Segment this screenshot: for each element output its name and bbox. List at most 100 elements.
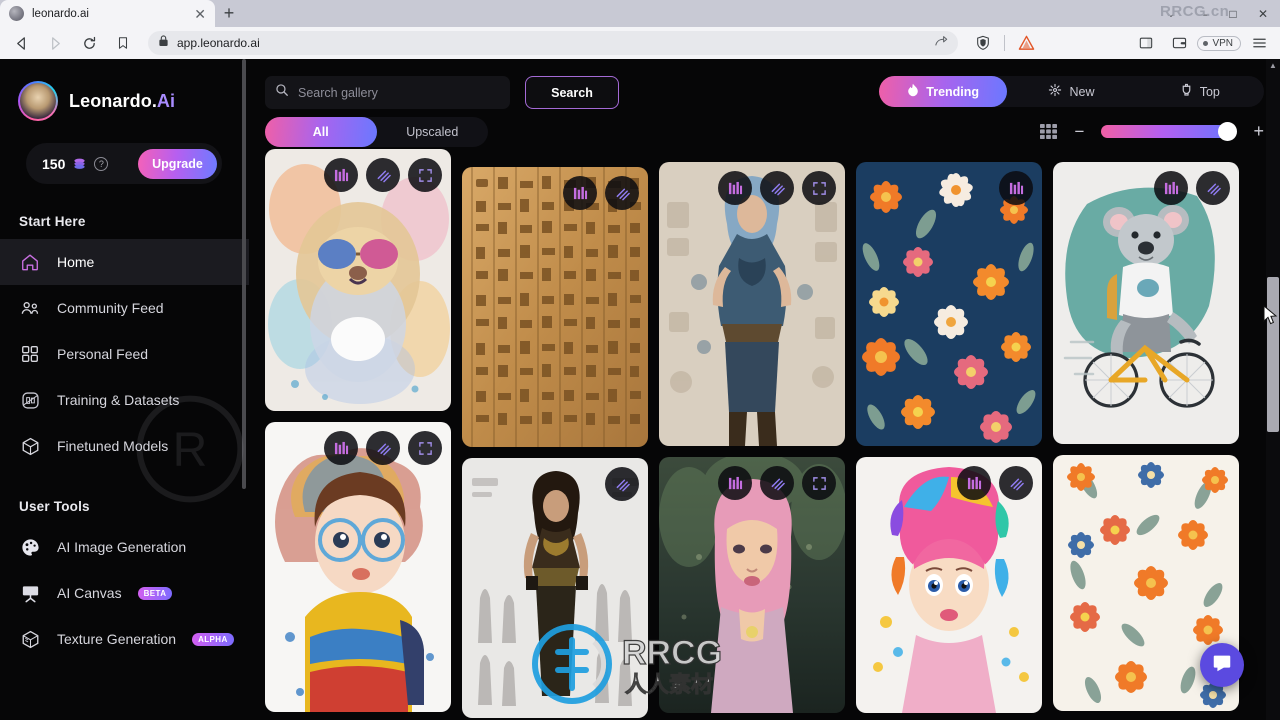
card-action-buttons [1154,171,1230,205]
remix-icon[interactable] [718,466,752,500]
upscale-icon[interactable] [605,176,639,210]
upscale-icon[interactable] [366,158,400,192]
gallery-card-blue-hair-fantasy-warrior[interactable] [659,162,845,446]
sidebar-item-label: AI Canvas [57,585,122,601]
url-text: app.leonardo.ai [177,36,260,50]
web-page-viewport: R Leonardo.Ai 150 ? Upgrade Start Here H… [0,59,1280,720]
tab-trending[interactable]: Trending [879,76,1008,107]
sidebar-item-finetuned-models[interactable]: Finetuned Models [0,423,249,469]
search-field-wrapper[interactable] [265,76,510,109]
sidebar-section-title: User Tools [19,499,90,514]
expand-icon[interactable] [408,431,442,465]
upscale-icon[interactable] [760,171,794,205]
browser-tab[interactable]: leonardo.ai ✕ [0,0,215,27]
new-tab-button[interactable]: + [215,0,243,27]
page-scrollbar-track[interactable]: ▲ [1266,59,1280,720]
zoom-slider[interactable] [1101,121,1238,141]
gallery-column [265,149,451,718]
palette-icon [19,536,41,558]
address-bar[interactable]: app.leonardo.ai [148,31,959,55]
sidebar-item-ai-canvas[interactable]: AI Canvas BETA [0,570,249,616]
filter-tab-group: All Upscaled [265,117,488,147]
credit-balance-bar: 150 ? Upgrade [26,143,222,184]
remix-icon[interactable] [563,176,597,210]
remix-icon[interactable] [718,171,752,205]
sparkle-icon [1048,83,1062,100]
vpn-indicator[interactable]: VPN [1197,35,1241,51]
sidebar-item-label: Finetuned Models [57,438,169,454]
tab-top[interactable]: Top [1136,76,1264,107]
upscale-icon[interactable] [605,467,639,501]
remix-icon[interactable] [1154,171,1188,205]
gallery-card-egyptian-hieroglyphs-papyrus[interactable] [462,167,648,447]
hamburger-menu-icon[interactable] [1244,30,1274,56]
upscale-icon[interactable] [1196,171,1230,205]
tab-new[interactable]: New [1007,76,1135,107]
upscale-icon[interactable] [366,431,400,465]
intercom-chat-button[interactable] [1200,643,1244,687]
tabbar-drag-area [243,0,1154,27]
wallet-icon[interactable] [1164,30,1194,56]
reload-icon[interactable] [74,30,104,56]
zoom-out-button[interactable]: − [1075,123,1085,140]
sidebar-item-personal-feed[interactable]: Personal Feed [0,331,249,377]
card-action-buttons [999,171,1033,205]
sidebar-item-texture-generation[interactable]: Texture Generation ALPHA [0,616,249,662]
remix-icon[interactable] [324,158,358,192]
page-scrollbar-thumb[interactable] [1267,277,1279,432]
expand-icon[interactable] [802,466,836,500]
maximize-button[interactable]: □ [1218,3,1248,25]
grid-density-icon[interactable] [1039,123,1058,140]
bookmark-icon[interactable] [108,30,138,56]
close-icon[interactable]: ✕ [194,7,206,21]
gallery-card-watercolor-lion-sunglasses[interactable] [265,149,451,411]
card-action-buttons [957,466,1033,500]
zoom-slider-handle[interactable] [1218,121,1238,141]
sidebar-scrollbar[interactable] [242,59,246,489]
expand-icon[interactable] [408,158,442,192]
upscale-icon[interactable] [999,466,1033,500]
sidebar-item-training-datasets[interactable]: Training & Datasets [0,377,249,423]
share-icon[interactable] [934,34,948,53]
sidebar-item-community-feed[interactable]: Community Feed [0,285,249,331]
chevron-down-icon[interactable]: ⌄ [1154,3,1188,25]
gallery-card-koala-riding-bicycle[interactable] [1053,162,1239,444]
zoom-in-button[interactable]: + [1253,122,1264,140]
gallery-card-colorful-girl-glasses-backpack[interactable] [265,422,451,712]
gallery-card-rainbow-hair-girl-portrait[interactable] [856,457,1042,713]
brand-logo-area[interactable]: Leonardo.Ai [0,59,249,121]
back-icon[interactable] [6,30,36,56]
gallery-card-pink-hair-fantasy-portrait[interactable] [659,457,845,713]
sidebar-item-label: Training & Datasets [57,392,180,408]
gallery-card-dark-warrior-woman-concept-sheet[interactable] [462,458,648,718]
sort-tab-group: Trending New Top [879,76,1264,107]
brave-lion-icon[interactable] [1011,30,1041,56]
remix-icon[interactable] [999,171,1033,205]
vpn-status-dot [1203,40,1209,46]
expand-icon[interactable] [802,171,836,205]
remix-icon[interactable] [957,466,991,500]
close-window-button[interactable]: ✕ [1248,3,1278,25]
forward-icon [40,30,70,56]
tab-upscaled[interactable]: Upscaled [377,117,489,147]
upgrade-button[interactable]: Upgrade [138,148,217,179]
training-icon [19,389,41,411]
main-content: Search All Upscaled Trending [249,59,1280,720]
divider [1004,35,1006,51]
tab-all[interactable]: All [265,117,377,147]
sidebar-item-home[interactable]: Home [0,239,249,285]
scroll-up-icon[interactable]: ▲ [1268,61,1278,73]
app-sidebar: R Leonardo.Ai 150 ? Upgrade Start Here H… [0,59,249,720]
sidebar-item-label: AI Image Generation [57,539,187,555]
upscale-icon[interactable] [760,466,794,500]
sidebar-item-ai-image-generation[interactable]: AI Image Generation [0,524,249,570]
panel-icon[interactable] [1131,30,1161,56]
card-action-buttons [324,431,442,465]
gallery-card-orange-blue-floral-pattern[interactable] [856,162,1042,446]
search-input[interactable] [298,85,500,100]
minimize-button[interactable]: — [1188,3,1218,25]
search-button[interactable]: Search [525,76,619,109]
help-icon[interactable]: ? [94,156,109,171]
brave-shield-icon[interactable] [968,30,998,56]
remix-icon[interactable] [324,431,358,465]
